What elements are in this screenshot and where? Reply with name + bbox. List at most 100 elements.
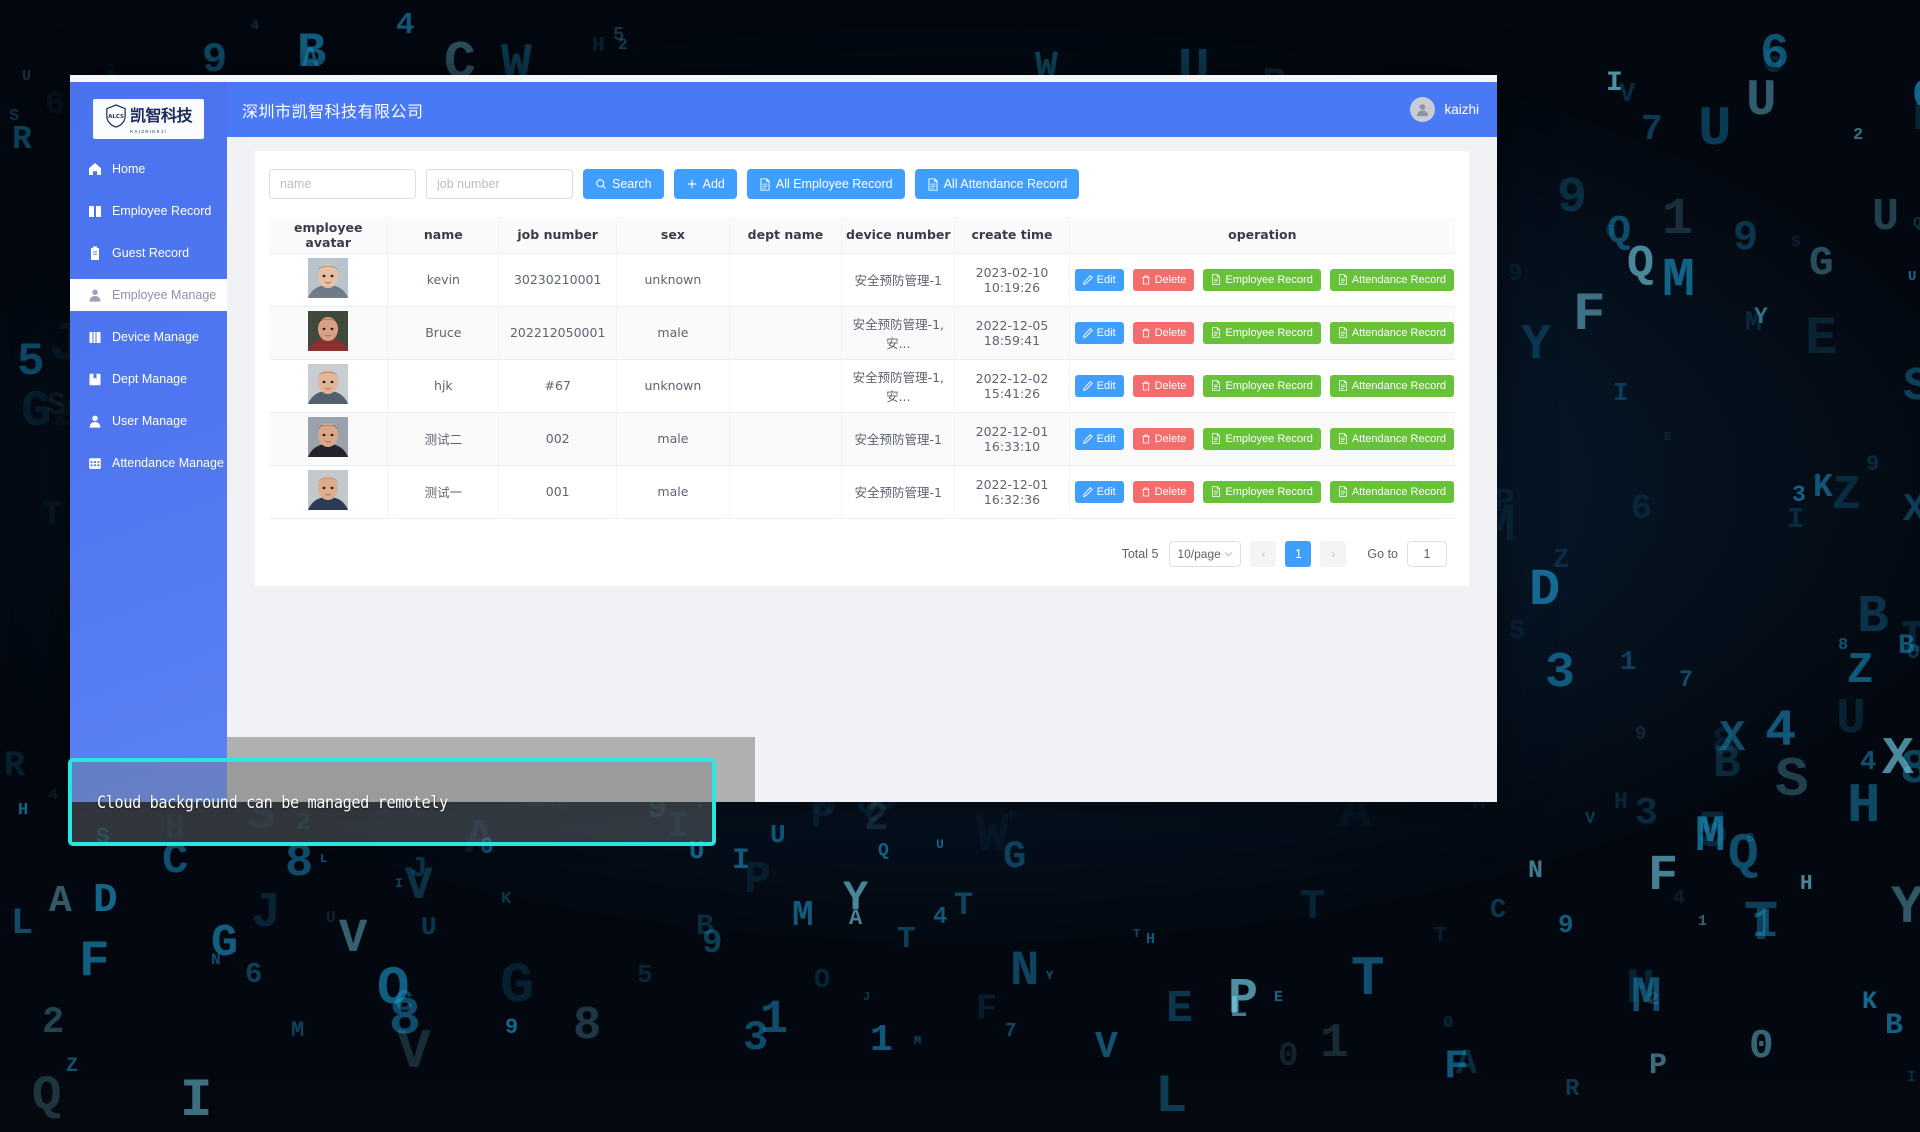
background-glyph: U — [936, 837, 944, 852]
background-glyph: P — [1649, 1049, 1668, 1083]
sidebar-item-employee-manage[interactable]: Employee Manage — [70, 279, 227, 311]
goto-label: Go to — [1367, 546, 1398, 561]
delete-label: Delete — [1154, 379, 1187, 392]
background-glyph: H — [1800, 873, 1813, 896]
background-glyph: 0 — [1278, 1038, 1299, 1076]
document-icon — [1212, 274, 1221, 285]
delete-label: Delete — [1154, 273, 1187, 286]
table-row[interactable]: Bruce 202212050001 male 安全预防管理-1,安... 2022-1… — [269, 306, 1455, 360]
column-header-label: job number — [517, 227, 598, 243]
background-glyph: T — [42, 497, 63, 535]
employee-record-row-button[interactable]: Employee Record — [1203, 321, 1321, 344]
background-glyph: 5 — [17, 336, 45, 388]
background-glyph: R — [12, 121, 32, 158]
sidebar-item-attendance-manage[interactable]: Attendance Manage — [70, 447, 227, 479]
edit-row-button[interactable]: Edit — [1074, 268, 1124, 291]
user-name-label: kaizhi — [1444, 102, 1479, 117]
search-button[interactable]: Search — [583, 169, 664, 199]
next-arrow-icon: › — [1331, 546, 1336, 561]
table-row[interactable]: 测试一 001 male 安全预防管理-1 2022-12-01 16:32:36 Edi… — [269, 465, 1455, 519]
employee-name-cell: kevin — [387, 253, 500, 307]
background-glyph: 9 — [702, 925, 723, 963]
prev-page-button[interactable]: ‹ — [1250, 540, 1277, 567]
sidebar-item-employee-record[interactable]: Employee Record — [70, 195, 227, 227]
delete-row-button[interactable]: Delete — [1132, 427, 1195, 450]
background-glyph: Y — [1521, 317, 1552, 374]
employee-record-row-button[interactable]: Employee Record — [1203, 374, 1321, 397]
page-number-1[interactable]: 1 — [1285, 540, 1312, 567]
user-menu[interactable]: kaizhi — [1410, 97, 1479, 122]
background-glyph: 4 — [1860, 748, 1877, 778]
attendance-record-row-button[interactable]: Attendance Record — [1329, 427, 1454, 450]
employee-avatar-cell — [269, 412, 389, 466]
background-glyph: K — [1813, 469, 1833, 506]
employee-record-label: Employee Record — [1225, 273, 1313, 286]
edit-row-button[interactable]: Edit — [1074, 374, 1124, 397]
edit-row-button[interactable]: Edit — [1074, 321, 1124, 344]
background-glyph: X — [1882, 729, 1914, 789]
employee-record-row-button[interactable]: Employee Record — [1203, 427, 1321, 450]
pencil-icon — [1082, 380, 1093, 391]
attendance-record-row-button[interactable]: Attendance Record — [1329, 268, 1454, 291]
name-input[interactable] — [269, 169, 416, 199]
add-button[interactable]: Add — [673, 169, 737, 199]
column-header-label: operation — [1228, 227, 1297, 243]
sidebar-item-device-manage[interactable]: Device Manage — [70, 321, 227, 353]
background-glyph: T — [897, 922, 916, 957]
sidebar-item-user-manage[interactable]: User Manage — [70, 405, 227, 437]
sidebar-item-dept-manage[interactable]: Dept Manage — [70, 363, 227, 395]
table-row[interactable]: 测试二 002 male 安全预防管理-1 2022-12-01 16:33:10 Edi… — [269, 412, 1455, 466]
background-glyph: T — [954, 887, 974, 924]
table-header-row: employee avatar name job number sex dept nam… — [269, 217, 1455, 254]
edit-row-button[interactable]: Edit — [1074, 427, 1124, 450]
delete-row-button[interactable]: Delete — [1132, 321, 1195, 344]
sex-cell: male — [616, 465, 730, 519]
delete-row-button[interactable]: Delete — [1132, 374, 1195, 397]
delete-row-button[interactable]: Delete — [1132, 268, 1195, 291]
goto-page-input[interactable] — [1407, 540, 1447, 567]
background-glyph: 1 — [1698, 913, 1708, 930]
photo-hjk — [308, 364, 349, 404]
background-glyph: J — [251, 885, 282, 942]
sidebar-item-label: User Manage — [112, 414, 188, 428]
background-glyph: T — [1133, 927, 1141, 941]
table-column-header: job number — [498, 217, 618, 254]
employee-record-row-button[interactable]: Employee Record — [1203, 268, 1321, 291]
delete-row-button[interactable]: Delete — [1132, 480, 1195, 503]
sex-value: male — [657, 325, 689, 340]
row-actions: Edit Delete Employee Record Attendance Reco… — [1071, 321, 1454, 344]
background-glyph: R — [1565, 1076, 1580, 1103]
background-glyph: 8 — [1712, 721, 1736, 765]
all-employee-record-button[interactable]: All Employee Record — [746, 169, 905, 199]
attendance-record-row-button[interactable]: Attendance Record — [1329, 374, 1454, 397]
document-icon — [928, 177, 938, 191]
background-glyph: Z — [1832, 469, 1861, 523]
next-page-button[interactable]: › — [1320, 540, 1347, 567]
all-attendance-record-button[interactable]: All Attendance Record — [914, 169, 1080, 199]
table-row[interactable]: kevin 30230210001 unknown 安全预防管理-1 2023-02-1… — [269, 253, 1455, 307]
create-time: 2022-12-05 18:59:41 — [975, 317, 1049, 348]
page-size-select[interactable]: 10/page — [1169, 540, 1242, 567]
employee-record-row-button[interactable]: Employee Record — [1203, 480, 1321, 503]
sidebar-item-guest-record[interactable]: Guest Record — [70, 237, 227, 269]
background-glyph: E — [1664, 430, 1672, 444]
document-icon — [1212, 327, 1221, 338]
employee-avatar-cell — [269, 253, 389, 307]
background-glyph: 4 — [396, 8, 415, 43]
employee-record-label: Employee Record — [1225, 326, 1313, 339]
attendance-record-row-button[interactable]: Attendance Record — [1329, 480, 1454, 503]
edit-row-button[interactable]: Edit — [1074, 480, 1124, 503]
background-glyph: H — [18, 801, 29, 820]
sidebar-item-home[interactable]: Home — [70, 153, 227, 185]
create-time: 2023-02-10 10:19:26 — [975, 264, 1049, 295]
brand-logo[interactable]: ALCS 凯智科技 KAIZHIKEJI — [93, 99, 204, 139]
background-glyph: 8 — [573, 1000, 602, 1053]
job-number-input[interactable] — [426, 169, 573, 199]
attendance-record-row-button[interactable]: Attendance Record — [1329, 321, 1454, 344]
background-glyph: 5 — [637, 960, 653, 990]
sidebar: ALCS 凯智科技 KAIZHIKEJI Home Employee Record… — [70, 82, 227, 802]
page-title: 深圳市凯智科技有限公司 — [242, 101, 424, 121]
background-glyph: U — [1908, 269, 1917, 285]
table-row[interactable]: hjk #67 unknown 安全预防管理-1,安... 2022-12-02 15:… — [269, 359, 1455, 413]
pagination: Total 5 10/page ‹ 1 › Go to — [269, 519, 1455, 571]
